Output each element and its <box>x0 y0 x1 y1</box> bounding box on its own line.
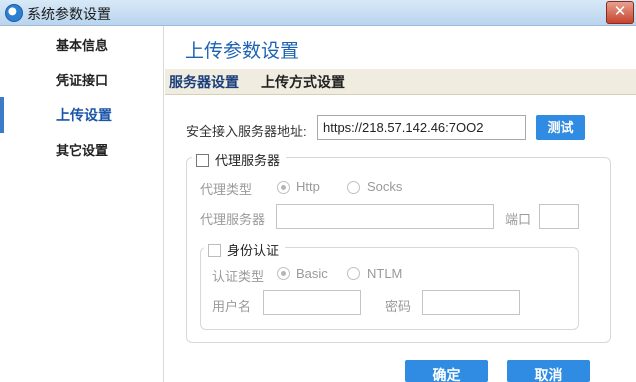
radio-socks[interactable] <box>347 181 360 194</box>
radio-ntlm[interactable] <box>347 267 360 280</box>
sidebar-item-other-settings[interactable]: 其它设置 <box>0 133 164 169</box>
auth-type-label: 认证类型 <box>212 269 265 284</box>
page-title: 上传参数设置 <box>185 41 300 62</box>
dialog-footer: 确定 取消 <box>165 352 636 382</box>
proxy-checkbox-row[interactable]: 代理服务器 <box>192 150 287 169</box>
proxy-server-label: 代理服务器 <box>200 212 266 227</box>
tab-server-settings[interactable]: 服务器设置 <box>169 69 239 95</box>
proxy-checkbox-label: 代理服务器 <box>215 153 281 168</box>
sidebar-item-basic-info[interactable]: 基本信息 <box>0 28 164 64</box>
sidebar: 基本信息 凭证接口 上传设置 其它设置 <box>0 26 164 382</box>
proxy-type-label: 代理类型 <box>200 182 253 197</box>
close-button[interactable]: ✕ <box>606 1 634 24</box>
cancel-button[interactable]: 取消 <box>507 360 590 382</box>
radio-socks-label: Socks <box>367 179 403 194</box>
test-button[interactable]: 测试 <box>536 115 585 140</box>
port-input[interactable] <box>539 204 579 229</box>
ok-button[interactable]: 确定 <box>405 360 488 382</box>
app-logo-icon <box>5 4 23 22</box>
username-label: 用户名 <box>212 299 252 314</box>
radio-basic-label: Basic <box>296 266 328 281</box>
auth-groupbox <box>200 247 579 330</box>
radio-basic[interactable] <box>277 267 290 280</box>
server-address-input[interactable]: https://218.57.142.46:7OO2 <box>317 115 526 140</box>
password-input[interactable] <box>422 290 520 315</box>
main-panel: 上传参数设置 服务器设置 上传方式设置 安全接入服务器地址: https://2… <box>165 26 636 382</box>
username-input[interactable] <box>263 290 361 315</box>
window-title: 系统参数设置 <box>27 6 111 22</box>
server-address-label: 安全接入服务器地址: <box>186 124 307 139</box>
port-label: 端口 <box>505 212 532 227</box>
proxy-checkbox[interactable] <box>196 154 209 167</box>
sidebar-item-voucher-interface[interactable]: 凭证接口 <box>0 63 164 99</box>
radio-http[interactable] <box>277 181 290 194</box>
password-label: 密码 <box>385 299 412 314</box>
proxy-server-input[interactable] <box>276 204 494 229</box>
tab-bar: 服务器设置 上传方式设置 <box>165 69 636 95</box>
auth-checkbox-row[interactable]: 身份认证 <box>204 240 286 259</box>
sidebar-item-upload-settings[interactable]: 上传设置 <box>0 97 164 133</box>
auth-checkbox-label: 身份认证 <box>227 243 280 258</box>
tab-upload-method-settings[interactable]: 上传方式设置 <box>261 69 345 95</box>
auth-checkbox[interactable] <box>208 244 221 257</box>
radio-http-label: Http <box>296 179 320 194</box>
radio-ntlm-label: NTLM <box>367 266 403 281</box>
title-bar: 系统参数设置 ✕ <box>0 0 636 26</box>
